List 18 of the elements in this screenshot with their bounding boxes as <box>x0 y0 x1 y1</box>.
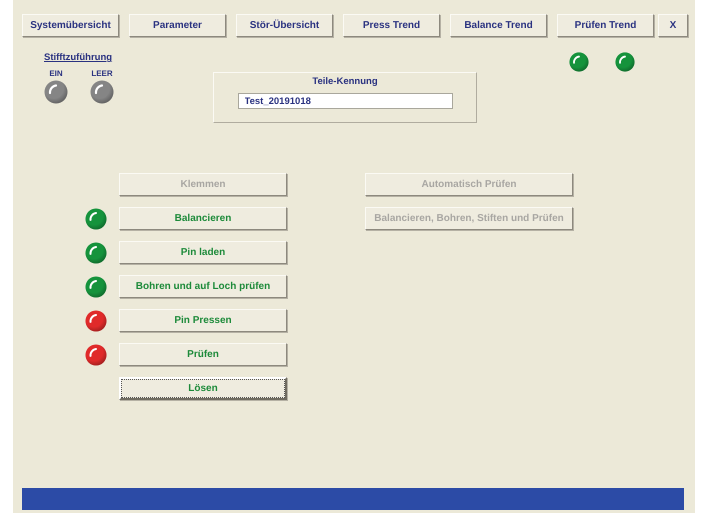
step-button[interactable]: Prüfen <box>119 343 287 366</box>
nav-button[interactable]: Balance Trend <box>450 14 547 37</box>
nav-button[interactable]: Stör-Übersicht <box>236 14 333 37</box>
close-button[interactable]: X <box>658 14 688 37</box>
input-field[interactable]: Test_20191018 <box>238 93 452 109</box>
step-button[interactable]: Bohren und auf Loch prüfen <box>119 275 287 298</box>
lamp-label: LEER <box>91 69 113 78</box>
step-button[interactable]: Balancieren <box>119 207 287 230</box>
nav-button[interactable]: Press Trend <box>343 14 440 37</box>
panel-title: Teile-Kennung <box>312 76 378 87</box>
lamp-label: EIN <box>49 69 63 78</box>
nav-button[interactable]: Systemübersicht <box>22 14 119 37</box>
step-button[interactable]: Lösen <box>119 377 287 400</box>
nav-button[interactable]: Prüfen Trend <box>557 14 654 37</box>
step-button[interactable]: Pin Pressen <box>119 309 287 332</box>
section-link[interactable]: Stifftzuführung <box>44 52 144 63</box>
step-button[interactable]: Pin laden <box>119 241 287 264</box>
nav-button[interactable]: Parameter <box>129 14 226 37</box>
